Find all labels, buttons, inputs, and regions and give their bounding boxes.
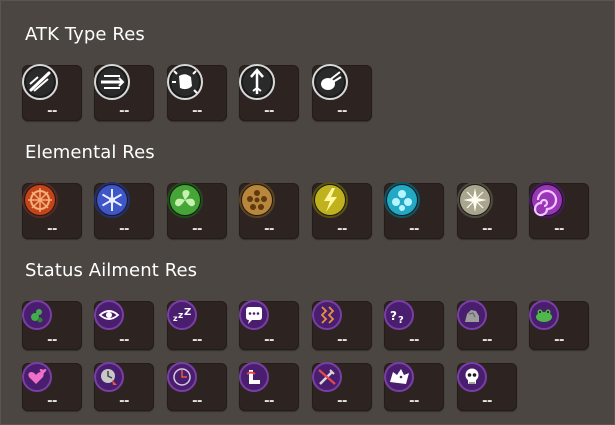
status-res-berserk[interactable]: -- bbox=[384, 362, 444, 411]
status-res-value: -- bbox=[47, 333, 57, 348]
earth-icon bbox=[239, 182, 275, 218]
status-res-petrify[interactable]: -- bbox=[457, 300, 517, 350]
status-res-value: -- bbox=[482, 333, 492, 348]
status-res-value: -- bbox=[119, 333, 129, 348]
status-res-immobilize[interactable]: -- bbox=[239, 362, 299, 411]
doom-icon bbox=[457, 362, 487, 392]
svg-text:?: ? bbox=[398, 315, 404, 326]
immobilize-icon bbox=[239, 362, 269, 392]
status-res-value: -- bbox=[264, 333, 274, 348]
toad-icon bbox=[529, 300, 559, 330]
elem-res-value: -- bbox=[409, 222, 419, 237]
fire-icon bbox=[22, 182, 58, 218]
status-ailment-res-title: Status Ailment Res bbox=[25, 260, 198, 281]
status-res-paralyze[interactable]: -- bbox=[312, 300, 372, 350]
elemental-res-title: Elemental Res bbox=[25, 142, 155, 163]
elem-res-value: -- bbox=[554, 222, 564, 237]
status-res-confuse[interactable]: ?? -- bbox=[384, 300, 444, 350]
atk-type-res-title: ATK Type Res bbox=[25, 24, 145, 45]
status-res-value: -- bbox=[264, 394, 274, 409]
status-res-value: -- bbox=[192, 394, 202, 409]
water-icon bbox=[384, 182, 420, 218]
elem-res-earth[interactable]: -- bbox=[239, 182, 299, 239]
elem-res-value: -- bbox=[482, 222, 492, 237]
stop-icon bbox=[167, 362, 197, 392]
atk-res-value: -- bbox=[192, 104, 202, 119]
atk-res-slash[interactable]: -- bbox=[22, 64, 82, 121]
status-res-sleep[interactable]: zzZ -- bbox=[167, 300, 227, 350]
atk-res-strike[interactable]: -- bbox=[167, 64, 227, 121]
poison-icon bbox=[22, 300, 52, 330]
elem-res-value: -- bbox=[192, 222, 202, 237]
wind-icon bbox=[167, 182, 203, 218]
elem-res-value: -- bbox=[47, 222, 57, 237]
atk-res-pierce[interactable]: -- bbox=[94, 64, 154, 121]
blind-icon bbox=[94, 300, 124, 330]
atk-res-value: -- bbox=[119, 104, 129, 119]
paralyze-icon bbox=[312, 300, 342, 330]
status-res-value: -- bbox=[409, 333, 419, 348]
arrow-icon bbox=[239, 64, 275, 100]
status-res-value: -- bbox=[337, 394, 347, 409]
atk-res-value: -- bbox=[264, 104, 274, 119]
elem-res-value: -- bbox=[337, 222, 347, 237]
charm-icon bbox=[22, 362, 52, 392]
resistance-panel: ATK Type Res -- -- -- -- -- Elemental Re… bbox=[0, 0, 615, 425]
light-icon bbox=[457, 182, 493, 218]
confuse-icon: ?? bbox=[384, 300, 414, 330]
svg-text:?: ? bbox=[390, 309, 397, 323]
atk-res-value: -- bbox=[337, 104, 347, 119]
strike-icon bbox=[167, 64, 203, 100]
status-res-doom[interactable]: -- bbox=[457, 362, 517, 411]
lightning-icon bbox=[312, 182, 348, 218]
svg-text:Z: Z bbox=[184, 307, 191, 318]
berserk-icon bbox=[384, 362, 414, 392]
missile-icon bbox=[312, 64, 348, 100]
slash-icon bbox=[22, 64, 58, 100]
status-res-toad[interactable]: -- bbox=[529, 300, 589, 350]
status-res-charm[interactable]: -- bbox=[22, 362, 82, 411]
slow-icon bbox=[94, 362, 124, 392]
status-res-silence[interactable]: -- bbox=[239, 300, 299, 350]
elem-res-value: -- bbox=[264, 222, 274, 237]
status-res-value: -- bbox=[192, 333, 202, 348]
elem-res-lightning[interactable]: -- bbox=[312, 182, 372, 239]
pierce-icon bbox=[94, 64, 130, 100]
elem-res-value: -- bbox=[119, 222, 129, 237]
status-res-value: -- bbox=[554, 333, 564, 348]
status-res-disable[interactable]: -- bbox=[312, 362, 372, 411]
ice-icon bbox=[94, 182, 130, 218]
status-res-value: -- bbox=[47, 394, 57, 409]
elem-res-ice[interactable]: -- bbox=[94, 182, 154, 239]
atk-res-missile[interactable]: -- bbox=[312, 64, 372, 121]
svg-text:z: z bbox=[178, 311, 183, 321]
dark-icon bbox=[529, 182, 565, 218]
status-res-slow[interactable]: -- bbox=[94, 362, 154, 411]
status-res-stop[interactable]: -- bbox=[167, 362, 227, 411]
petrify-icon bbox=[457, 300, 487, 330]
status-res-poison[interactable]: -- bbox=[22, 300, 82, 350]
silence-icon bbox=[239, 300, 269, 330]
elem-res-dark[interactable]: -- bbox=[529, 182, 589, 239]
status-res-value: -- bbox=[409, 394, 419, 409]
status-res-value: -- bbox=[482, 394, 492, 409]
atk-res-arrow[interactable]: -- bbox=[239, 64, 299, 121]
status-res-value: -- bbox=[337, 333, 347, 348]
sleep-icon: zzZ bbox=[167, 300, 197, 330]
elem-res-light[interactable]: -- bbox=[457, 182, 517, 239]
status-res-blind[interactable]: -- bbox=[94, 300, 154, 350]
elem-res-fire[interactable]: -- bbox=[22, 182, 82, 239]
elem-res-wind[interactable]: -- bbox=[167, 182, 227, 239]
disable-icon bbox=[312, 362, 342, 392]
elem-res-water[interactable]: -- bbox=[384, 182, 444, 239]
status-res-value: -- bbox=[119, 394, 129, 409]
atk-res-value: -- bbox=[47, 104, 57, 119]
